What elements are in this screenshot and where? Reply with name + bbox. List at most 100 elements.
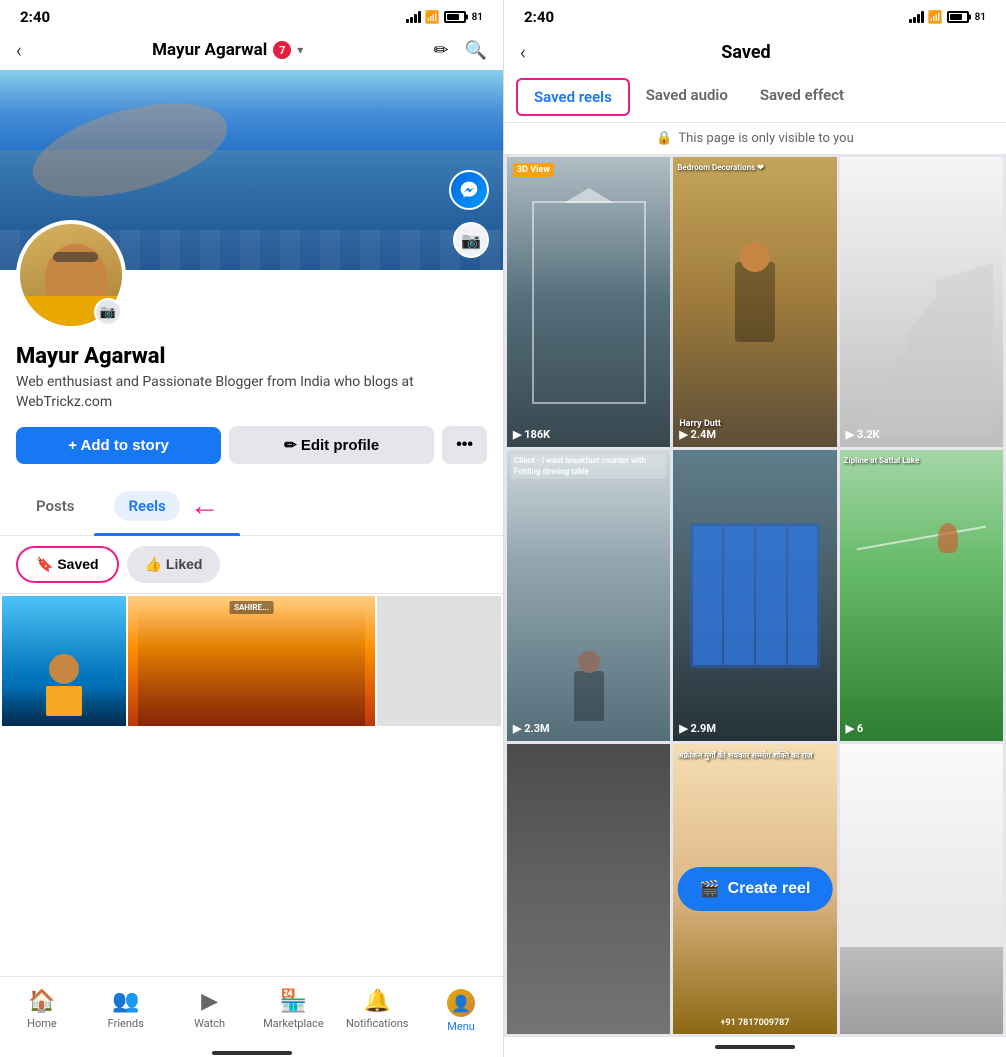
search-icon[interactable]: 🔍 xyxy=(465,40,487,61)
reel-8-caption: अफ्रीकन मुर्गों की भयंकार सम्मोग शक्ति क… xyxy=(677,750,832,761)
status-icons-left: 📶 81 xyxy=(406,10,483,24)
status-icons-right: 📶 81 xyxy=(909,10,986,24)
saved-audio-label: Saved audio xyxy=(646,86,728,104)
status-bar-left: 2:40 📶 81 xyxy=(0,0,503,30)
signal-icon-right xyxy=(909,11,924,23)
nav-friends[interactable]: 👥 Friends xyxy=(84,985,168,1037)
reel-1-caption: 3D View xyxy=(513,163,554,177)
wifi-icon: 📶 xyxy=(425,10,440,24)
status-time-right: 2:40 xyxy=(524,8,554,26)
liked-tab-label: 👍 Liked xyxy=(145,556,203,572)
saved-reels-tab[interactable]: Saved reels xyxy=(516,78,630,116)
thumb-item-1[interactable] xyxy=(2,596,126,726)
reel-2-caption: Bedroom Decorations ❤ xyxy=(677,163,832,172)
edit-profile-button[interactable]: ✏ Edit profile xyxy=(229,426,434,464)
profile-bio: Web enthusiast and Passionate Blogger fr… xyxy=(16,373,487,412)
nav-menu-label: Menu xyxy=(447,1020,475,1033)
left-phone: 2:40 📶 81 ‹ Mayur Agarwal 7 xyxy=(0,0,503,1057)
reels-grid: 3D View ▶ 186K Bedroom Decorations ❤ Har… xyxy=(504,154,1006,1037)
profile-display-name: Mayur Agarwal xyxy=(16,344,487,369)
reel-1-count: ▶ 186K xyxy=(513,428,550,441)
saved-tab-label: 🔖 Saved xyxy=(36,556,99,572)
nav-menu[interactable]: 👤 Menu xyxy=(419,985,503,1037)
home-icon: 🏠 xyxy=(28,989,55,1014)
profile-name-header: Mayur Agarwal xyxy=(152,40,267,60)
marketplace-icon: 🏪 xyxy=(280,989,307,1014)
saved-audio-tab[interactable]: Saved audio xyxy=(630,78,744,116)
chevron-down-icon[interactable]: ▾ xyxy=(297,43,303,57)
battery-level-right: 81 xyxy=(975,12,986,23)
saved-effect-label: Saved effect xyxy=(760,86,844,104)
reel-item-2[interactable]: Bedroom Decorations ❤ Harry Dutt ▶ 2.4M xyxy=(673,157,836,447)
signal-icon xyxy=(406,11,421,23)
reel-8-phone: +91 7817009787 xyxy=(677,1018,832,1028)
saved-filter-tab[interactable]: 🔖 Saved xyxy=(16,546,119,583)
reel-item-8[interactable]: अफ्रीकन मुर्गों की भयंकार सम्मोग शक्ति क… xyxy=(673,744,836,1034)
notification-badge: 7 xyxy=(273,41,291,59)
create-reel-label: Create reel xyxy=(728,880,811,898)
battery-level-left: 81 xyxy=(472,12,483,23)
thumb-item-3[interactable] xyxy=(377,596,501,726)
saved-header: ‹ Saved xyxy=(504,30,1006,72)
notifications-icon: 🔔 xyxy=(364,989,391,1014)
back-button-right[interactable]: ‹ xyxy=(520,40,526,64)
visibility-text: This page is only visible to you xyxy=(678,131,853,146)
cover-camera-button[interactable]: 📷 xyxy=(453,222,489,258)
saved-title: Saved xyxy=(721,42,770,63)
profile-header: ‹ Mayur Agarwal 7 ▾ ✏ 🔍 xyxy=(0,30,503,70)
friends-icon: 👥 xyxy=(112,989,139,1014)
thumb-item-2[interactable]: SAHIRE... xyxy=(128,596,376,726)
nav-home[interactable]: 🏠 Home xyxy=(0,985,84,1037)
battery-icon-right xyxy=(947,11,969,23)
reel-2-count: ▶ 2.4M xyxy=(679,428,716,441)
create-reel-icon: 🎬 xyxy=(700,879,720,899)
edit-icon[interactable]: ✏ xyxy=(433,40,448,61)
header-actions: ✏ 🔍 xyxy=(433,40,487,61)
watch-icon: ▶ xyxy=(201,989,218,1014)
visibility-note: 🔒 This page is only visible to you xyxy=(504,123,1006,154)
thumbnail-row: SAHIRE... xyxy=(0,594,503,728)
nav-marketplace[interactable]: 🏪 Marketplace xyxy=(251,985,335,1037)
pink-arrow-icon: ← xyxy=(190,488,220,523)
reels-tab-label: Reels xyxy=(114,491,179,521)
reel-item-9[interactable] xyxy=(840,744,1003,1034)
action-buttons: + Add to story ✏ Edit profile ••• xyxy=(16,426,487,464)
saved-reels-label: Saved reels xyxy=(534,88,612,106)
tab-reels[interactable]: Reels ← xyxy=(94,476,239,535)
reel-item-5[interactable]: ▶ 2.9M xyxy=(673,450,836,740)
header-title-group: Mayur Agarwal 7 ▾ xyxy=(152,40,303,60)
status-bar-right: 2:40 📶 81 xyxy=(504,0,1006,30)
nav-notifications[interactable]: 🔔 Notifications xyxy=(335,985,419,1037)
saved-tabs: Saved reels Saved audio Saved effect xyxy=(504,72,1006,123)
more-options-button[interactable]: ••• xyxy=(442,426,487,464)
reel-3-count: ▶ 3.2K xyxy=(846,428,880,441)
back-button-left[interactable]: ‹ xyxy=(16,38,22,62)
right-phone: 2:40 📶 81 ‹ Saved xyxy=(503,0,1006,1057)
battery-icon xyxy=(444,11,466,23)
reel-item-7[interactable] xyxy=(507,744,670,1034)
create-reel-button[interactable]: 🎬 Create reel xyxy=(678,867,833,911)
tab-posts[interactable]: Posts xyxy=(16,485,94,527)
reel-item-1[interactable]: 3D View ▶ 186K xyxy=(507,157,670,447)
reel-item-6[interactable]: Zipline at Sattal Lake ▶ 6 xyxy=(840,450,1003,740)
avatar-camera-badge[interactable]: 📷 xyxy=(94,298,122,326)
profile-tabs: Posts Reels ← xyxy=(0,476,503,536)
more-options-label: ••• xyxy=(456,436,473,453)
reel-5-count: ▶ 2.9M xyxy=(679,722,716,735)
reel-item-3[interactable]: ▶ 3.2K xyxy=(840,157,1003,447)
reel-6-caption: Zipline at Sattal Lake xyxy=(844,456,999,465)
add-to-story-label: + Add to story xyxy=(68,437,169,454)
lock-icon: 🔒 xyxy=(656,131,672,146)
posts-tab-label: Posts xyxy=(36,497,74,515)
liked-filter-tab[interactable]: 👍 Liked xyxy=(127,546,221,583)
saved-effect-tab[interactable]: Saved effect xyxy=(744,78,860,116)
profile-section: 📷 Mayur Agarwal Web enthusiast and Passi… xyxy=(0,270,503,476)
add-to-story-button[interactable]: + Add to story xyxy=(16,427,221,464)
edit-profile-label: ✏ Edit profile xyxy=(284,436,379,454)
reel-4-count: ▶ 2.3M xyxy=(513,722,550,735)
nav-watch[interactable]: ▶ Watch xyxy=(168,985,252,1037)
wifi-icon-right: 📶 xyxy=(928,10,943,24)
reel-item-4[interactable]: Client - I want breakfast counter with F… xyxy=(507,450,670,740)
avatar-wrap: 📷 xyxy=(16,220,126,330)
messenger-button[interactable] xyxy=(449,170,489,210)
